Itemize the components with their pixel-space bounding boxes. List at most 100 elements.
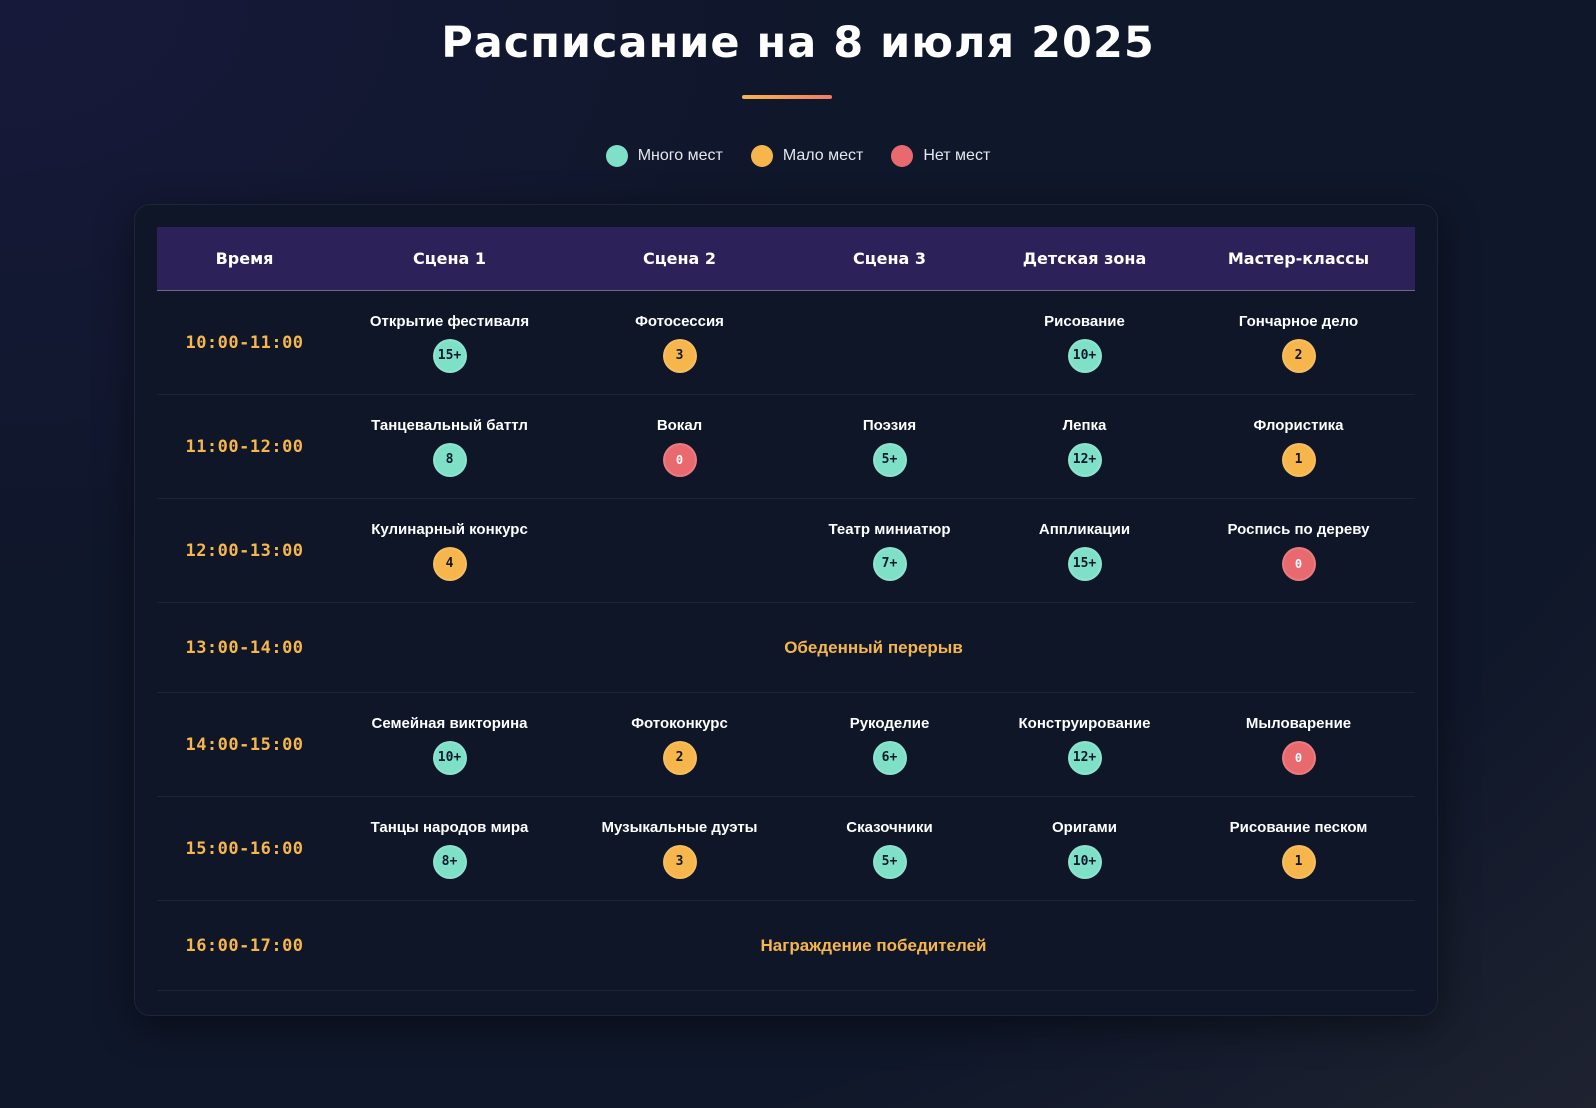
empty-cell [567,498,792,603]
seats-badge: 15+ [432,338,467,373]
legend-label: Мало мест [782,147,864,164]
seats-badge: 5+ [872,844,907,879]
event-name: Рисование песком [1229,818,1368,836]
time-slot: 15:00-16:00 [157,796,332,901]
legend-label: Нет мест [923,147,991,164]
legend-dot-icon [605,145,628,167]
seats-badge: 12+ [1067,740,1102,775]
column-header-4: Детская зона [987,227,1182,291]
event-cell[interactable]: Флористика 1 [1182,394,1415,499]
break-cell: Обеденный перерыв [332,602,1415,693]
event-cell[interactable]: Танцы народов мира 8+ [332,796,567,901]
time-slot: 13:00-14:00 [157,602,332,693]
seats-badge: 2 [1281,338,1316,373]
seats-badge: 8+ [432,844,467,879]
event-cell[interactable]: Аппликации 15+ [987,498,1182,603]
time-slot: 10:00-11:00 [157,290,332,395]
event-name: Рукоделие [849,714,930,732]
table-row: 10:00-11:00 Открытие фестиваля 15+ Фотосесс… [157,290,1415,395]
event-name: Флористика [1253,416,1344,434]
seats-badge: 10+ [1067,844,1102,879]
legend-item-none: Нет мест [891,145,990,167]
event-cell[interactable]: Рукоделие 6+ [792,692,987,797]
break-row: 13:00-14:00 Обеденный перерыв [157,602,1415,693]
seats-badge: 7+ [872,546,907,581]
column-header-0: Время [157,227,332,291]
legend-dot-icon [891,145,914,167]
empty-cell [792,290,987,395]
event-cell[interactable]: Кулинарный конкурс 4 [332,498,567,603]
table-row: 15:00-16:00 Танцы народов мира 8+ Музыкальн… [157,796,1415,901]
event-name: Кулинарный конкурс [371,520,528,538]
seats-badge: 3 [662,338,697,373]
event-cell[interactable]: Танцевальный баттл 8 [332,394,567,499]
event-cell[interactable]: Сказочники 5+ [792,796,987,901]
time-slot: 14:00-15:00 [157,692,332,797]
legend-item-few: Мало мест [750,145,864,167]
event-cell[interactable]: Семейная викторина 10+ [332,692,567,797]
seats-badge: 12+ [1067,442,1102,477]
schedule-panel: Время Сцена 1 Сцена 2 Сцена 3 Детская зона Ма… [134,204,1438,1016]
seats-badge: 2 [662,740,697,775]
seats-badge: 0 [662,442,697,477]
time-slot: 16:00-17:00 [157,900,332,991]
break-label: Награждение победителей [760,935,987,955]
event-cell[interactable]: Рисование песком 1 [1182,796,1415,901]
event-name: Вокал [656,416,703,434]
event-name: Фотоконкурс [631,714,728,732]
column-header-2: Сцена 2 [567,227,792,291]
legend-item-many: Много мест [605,145,723,167]
seats-badge: 0 [1281,740,1316,775]
table-row: 12:00-13:00 Кулинарный конкурс 4 Театр мини… [157,498,1415,603]
title-underline [742,95,832,99]
event-cell[interactable]: Фотоконкурс 2 [567,692,792,797]
event-cell[interactable]: Лепка 12+ [987,394,1182,499]
event-name: Роспись по дереву [1227,520,1370,538]
seats-badge: 10+ [1067,338,1102,373]
event-name: Аппликации [1038,520,1131,538]
event-cell[interactable]: Мыловарение 0 [1182,692,1415,797]
event-name: Открытие фестиваля [369,312,530,330]
event-name: Рисование [1044,312,1125,330]
seats-badge: 10+ [432,740,467,775]
page-title: Расписание на 8 июля 2025 [441,18,1155,68]
break-label: Обеденный перерыв [784,637,963,657]
event-name: Оригами [1052,818,1117,836]
event-cell[interactable]: Поэзия 5+ [792,394,987,499]
event-cell[interactable]: Театр миниатюр 7+ [792,498,987,603]
event-cell[interactable]: Музыкальные дуэты 3 [567,796,792,901]
event-name: Гончарное дело [1238,312,1359,330]
event-cell[interactable]: Роспись по дереву 0 [1182,498,1415,603]
event-cell[interactable]: Гончарное дело 2 [1182,290,1415,395]
event-cell[interactable]: Конструирование 12+ [987,692,1182,797]
table-row: 14:00-15:00 Семейная викторина 10+ Фотоконк… [157,692,1415,797]
column-header-5: Мастер-классы [1182,227,1415,291]
schedule-table: Время Сцена 1 Сцена 2 Сцена 3 Детская зона Ма… [157,227,1415,991]
event-cell[interactable]: Фотосессия 3 [567,290,792,395]
event-name: Мыловарение [1245,714,1352,732]
event-name: Лепка [1062,416,1107,434]
event-cell[interactable]: Открытие фестиваля 15+ [332,290,567,395]
seats-badge: 8 [432,442,467,477]
legend-label: Много мест [637,147,723,164]
time-slot: 12:00-13:00 [157,498,332,603]
break-row: 16:00-17:00 Награждение победителей [157,900,1415,991]
event-name: Поэзия [862,416,917,434]
seats-badge: 3 [662,844,697,879]
event-name: Музыкальные дуэты [601,818,758,836]
event-name: Семейная викторина [371,714,528,732]
seats-badge: 0 [1281,546,1316,581]
event-cell[interactable]: Рисование 10+ [987,290,1182,395]
time-slot: 11:00-12:00 [157,394,332,499]
event-cell[interactable]: Вокал 0 [567,394,792,499]
event-name: Танцевальный баттл [371,416,528,434]
table-body: 10:00-11:00 Открытие фестиваля 15+ Фотосесс… [157,290,1415,991]
seats-badge: 1 [1281,844,1316,879]
seats-badge: 6+ [872,740,907,775]
column-header-1: Сцена 1 [332,227,567,291]
event-name: Фотосессия [635,312,724,330]
column-header-3: Сцена 3 [792,227,987,291]
seats-badge: 5+ [872,442,907,477]
event-cell[interactable]: Оригами 10+ [987,796,1182,901]
legend-dot-icon [750,145,773,167]
